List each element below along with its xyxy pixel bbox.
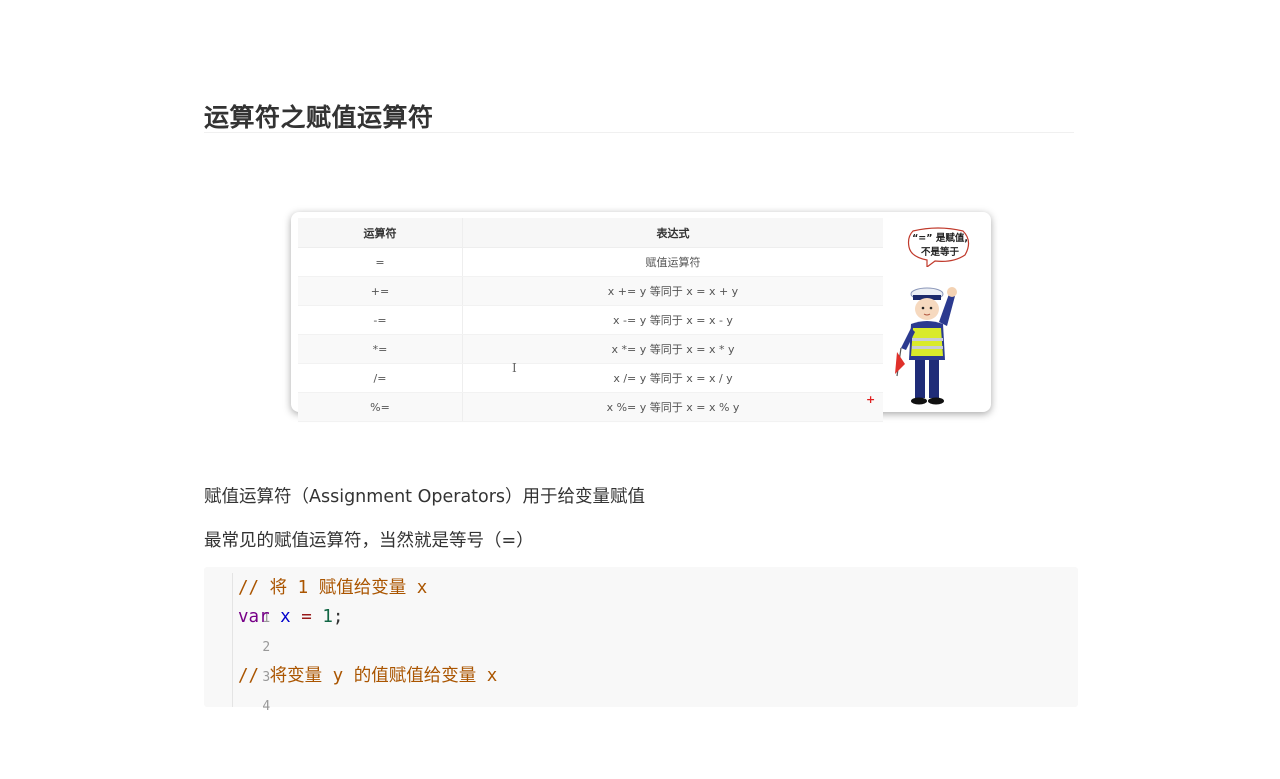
expression-cell: x %= y 等同于 x = x % y bbox=[462, 392, 883, 422]
code-number: 1 bbox=[322, 607, 333, 627]
code-block[interactable]: 1 // 将 1 赋值给变量 x 2 var x = 1; 3 4 // 将变量… bbox=[204, 567, 1078, 714]
bubble-caption: “=” 是赋值, 不是等于 bbox=[905, 232, 975, 260]
traffic-officer-icon bbox=[895, 287, 957, 405]
expression-cell: x *= y 等同于 x = x * y bbox=[462, 334, 883, 364]
operator-cell: += bbox=[298, 276, 463, 306]
code-line: 1 // 将 1 赋值给变量 x bbox=[204, 574, 427, 626]
table-row: %= x %= y 等同于 x = x % y bbox=[298, 392, 883, 422]
operator-table: 运算符 表达式 = 赋值运算符 += x += y 等同于 x = x + y … bbox=[298, 218, 883, 422]
code-comment: // 将变量 y 的值赋值给变量 x bbox=[238, 666, 498, 686]
page-title: 运算符之赋值运算符 bbox=[204, 103, 434, 132]
table-row: -= x -= y 等同于 x = x - y bbox=[298, 305, 883, 335]
code-statement: var x = 1; bbox=[238, 603, 343, 632]
table-row: /= x /= y 等同于 x = x / y bbox=[298, 363, 883, 393]
table-header-expression: 表达式 bbox=[462, 218, 883, 248]
code-line: 2 var x = 1; bbox=[204, 603, 343, 655]
operator-figure: 运算符 表达式 = 赋值运算符 += x += y 等同于 x = x + y … bbox=[291, 212, 991, 422]
table-row: += x += y 等同于 x = x + y bbox=[298, 276, 883, 306]
bubble-line-1: “=” 是赋值, bbox=[912, 233, 968, 244]
code-comment: // 将 1 赋值给变量 x bbox=[238, 578, 428, 598]
line-number: 4 bbox=[262, 699, 271, 714]
code-operator: = bbox=[301, 607, 312, 627]
text-cursor-icon: I bbox=[512, 361, 517, 375]
expression-cell: x /= y 等同于 x = x / y bbox=[462, 363, 883, 393]
intro-paragraph: 赋值运算符（Assignment Operators）用于给变量赋值 bbox=[204, 487, 646, 507]
operator-cell: *= bbox=[298, 334, 463, 364]
code-line: 4 // 将变量 y 的值赋值给变量 x bbox=[204, 662, 497, 714]
expression-cell: x -= y 等同于 x = x - y bbox=[462, 305, 883, 335]
equals-paragraph: 最常见的赋值运算符，当然就是等号（=） bbox=[204, 531, 534, 551]
bubble-line-2: 不是等于 bbox=[920, 247, 959, 258]
table-header-row: 运算符 表达式 bbox=[298, 218, 883, 248]
code-variable: x bbox=[280, 607, 291, 627]
code-semicolon: ; bbox=[332, 607, 344, 627]
red-plus-mark: + bbox=[866, 393, 876, 406]
table-row: = 赋值运算符 bbox=[298, 247, 883, 277]
code-line: 3 bbox=[204, 633, 270, 685]
table-row: *= x *= y 等同于 x = x * y bbox=[298, 334, 883, 364]
operator-cell: /= bbox=[298, 363, 463, 393]
title-divider bbox=[204, 132, 1074, 133]
operator-cell: -= bbox=[298, 305, 463, 335]
expression-cell: 赋值运算符 bbox=[462, 247, 883, 277]
operator-cell: %= bbox=[298, 392, 463, 422]
operator-cell: = bbox=[298, 247, 463, 277]
expression-cell: x += y 等同于 x = x + y bbox=[462, 276, 883, 306]
table-header-operator: 运算符 bbox=[298, 218, 463, 248]
code-keyword: var bbox=[238, 607, 270, 627]
